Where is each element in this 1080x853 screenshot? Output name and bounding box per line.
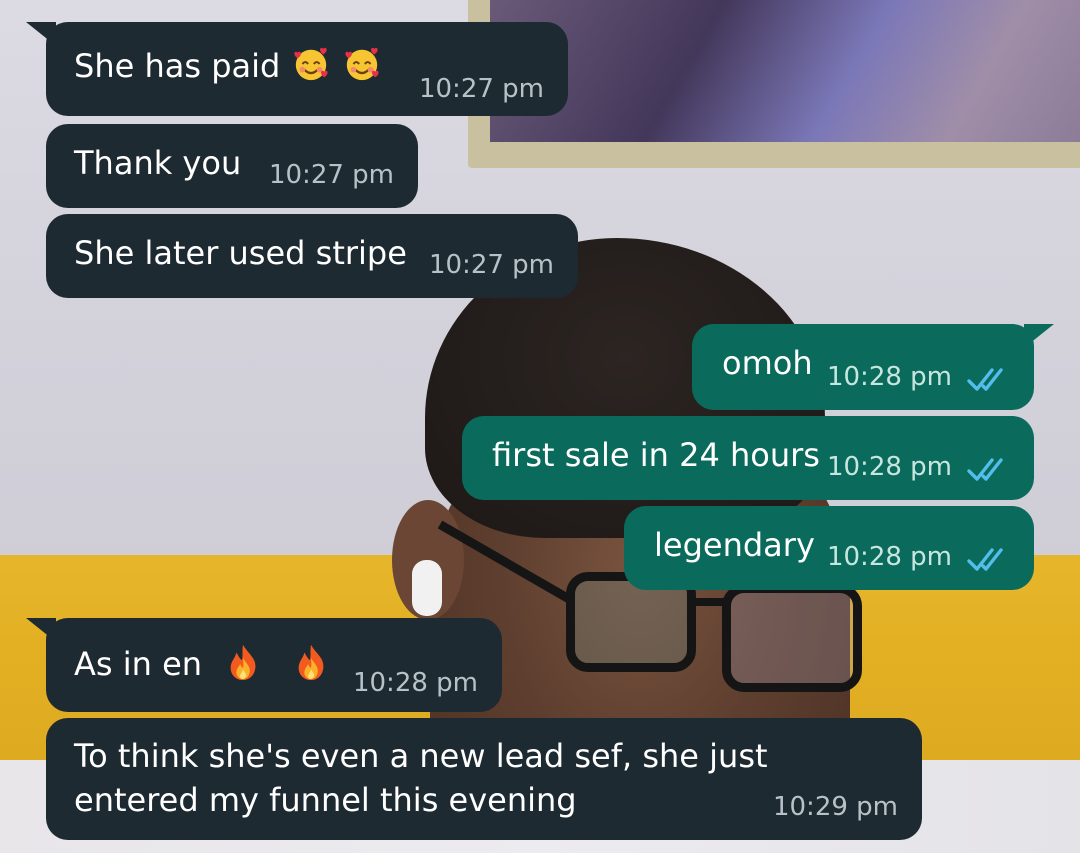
- message-text: To think she's even a new lead sef, she …: [74, 737, 768, 819]
- message-text: legendary: [654, 526, 815, 564]
- message-timestamp: 10:27 pm: [418, 74, 544, 104]
- message-bubble-incoming[interactable]: She has paid 10:27 pm: [26, 22, 568, 116]
- double-check-read-icon: [967, 368, 1003, 391]
- bubble-tail: [1024, 324, 1054, 348]
- wallpaper-glasses-bridge: [690, 598, 730, 606]
- message-text: As in en: [74, 642, 330, 686]
- message-text: first sale in 24 hours: [492, 436, 820, 474]
- message-timestamp: 10:28 pm: [352, 668, 478, 698]
- message-timestamp: 10:29 pm: [772, 792, 898, 822]
- message-bubble-incoming[interactable]: As in en 10:28 pm: [26, 618, 502, 712]
- message-bubble-outgoing[interactable]: legendary 10:28 pm: [624, 506, 1034, 590]
- message-text: She has paid: [74, 44, 381, 88]
- message-timestamp: 10:28 pm: [826, 452, 952, 482]
- message-timestamp: 10:27 pm: [268, 160, 394, 190]
- message-timestamp: 10:28 pm: [826, 362, 952, 392]
- bubble-tail: [26, 618, 56, 642]
- smiling-face-with-hearts-icon: [294, 47, 329, 81]
- message-bubble-outgoing[interactable]: omoh 10:28 pm: [692, 324, 1054, 410]
- message-text-label: As in en: [74, 645, 203, 683]
- message-bubble-incoming[interactable]: To think she's even a new lead sef, she …: [46, 718, 922, 840]
- message-text: She later used stripe: [74, 234, 407, 272]
- wallpaper-earbud: [412, 560, 442, 616]
- message-text: Thank you: [74, 144, 242, 182]
- message-bubble-incoming[interactable]: Thank you 10:27 pm: [46, 124, 418, 208]
- fire-icon: [299, 644, 324, 681]
- wallpaper-painting: [490, 0, 1080, 142]
- fire-icon: [230, 644, 256, 681]
- smiling-face-with-hearts-icon: [345, 47, 379, 81]
- wallpaper-glasses-right-lens: [722, 584, 862, 692]
- message-timestamp: 10:28 pm: [826, 542, 952, 572]
- message-text: omoh: [722, 344, 813, 382]
- message-text-label: She has paid: [74, 47, 281, 85]
- message-bubble-outgoing[interactable]: first sale in 24 hours 10:28 pm: [462, 416, 1034, 500]
- message-bubble-incoming[interactable]: She later used stripe 10:27 pm: [46, 214, 578, 298]
- bubble-tail: [26, 22, 56, 46]
- message-timestamp: 10:27 pm: [428, 250, 554, 280]
- double-check-read-icon: [967, 548, 1003, 571]
- double-check-read-icon: [967, 458, 1003, 481]
